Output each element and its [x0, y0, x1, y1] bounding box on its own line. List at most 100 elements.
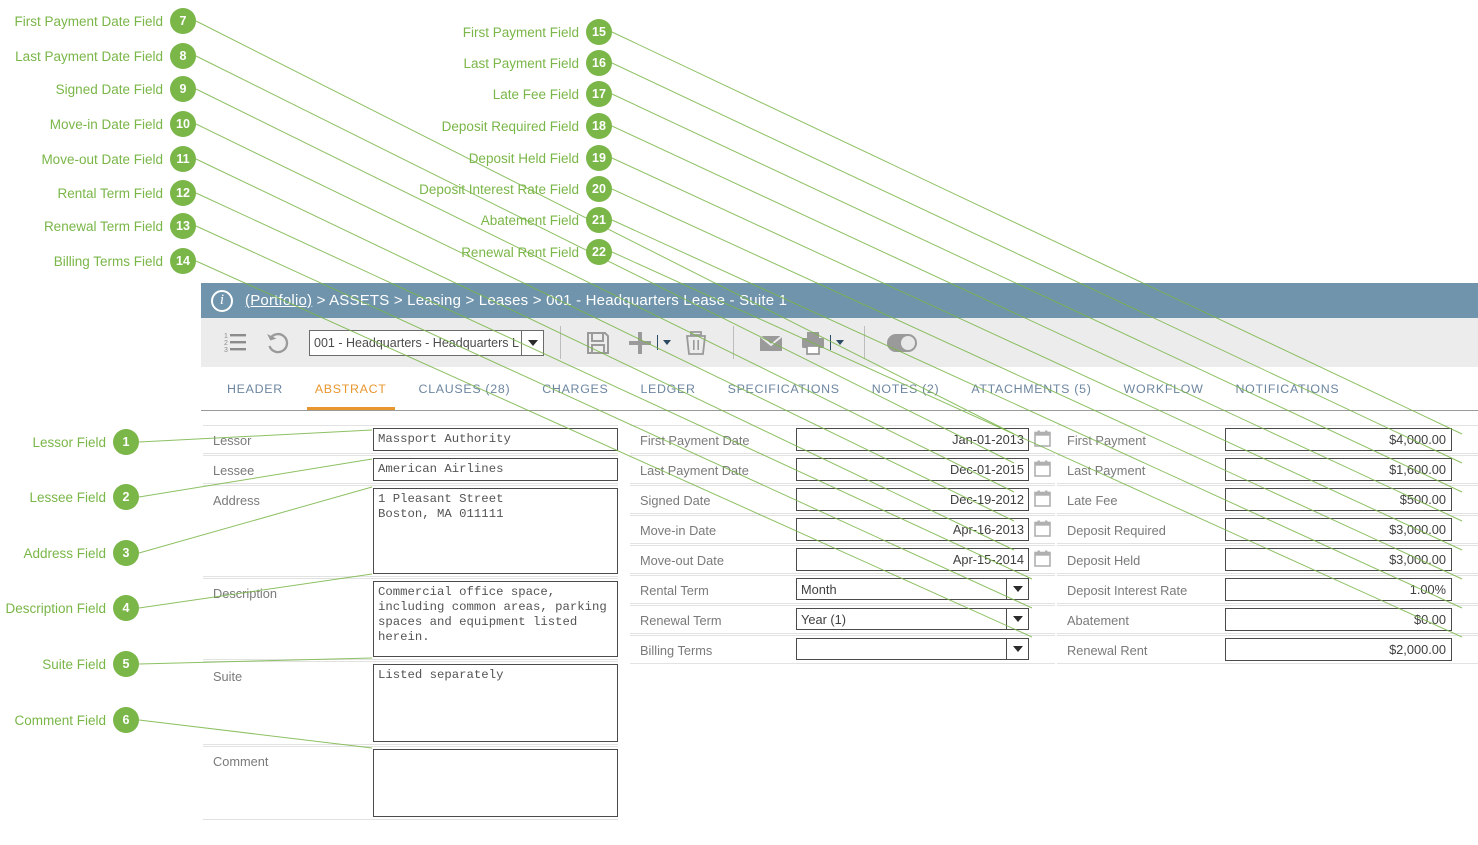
toolbar-divider: [733, 326, 734, 359]
form-row-move-out-date: Move-out DateApr-15-2014: [630, 545, 1055, 574]
select-renewal-term[interactable]: Year (1): [796, 608, 1029, 630]
info-icon[interactable]: i: [211, 290, 233, 312]
select-arrow-rental-term[interactable]: [1006, 579, 1028, 599]
toggle-switch[interactable]: [881, 322, 923, 364]
field-control-first-payment-date: Jan-01-2013: [796, 426, 1055, 453]
input-lessee[interactable]: American Airlines: [373, 458, 618, 481]
input-signed-date[interactable]: Dec-19-2012: [796, 488, 1029, 511]
callout-badge-15: 15: [586, 19, 612, 45]
field-control-abatement: $0.00: [1225, 606, 1478, 633]
field-control-deposit-held: $3,000.00: [1225, 546, 1478, 573]
select-arrow-billing-terms[interactable]: [1006, 639, 1028, 659]
tab-ledger[interactable]: LEDGER: [624, 367, 711, 410]
svg-text:2: 2: [224, 340, 228, 347]
tab-workflow[interactable]: WORKFLOW: [1108, 367, 1220, 410]
calendar-icon[interactable]: [1029, 488, 1055, 507]
history-icon[interactable]: [257, 322, 299, 364]
add-dropdown-caret[interactable]: [657, 335, 671, 350]
field-control-rental-term: Month: [796, 576, 1055, 602]
print-icon[interactable]: [792, 322, 834, 364]
record-select-arrow[interactable]: [521, 331, 543, 355]
form-row-signed-date: Signed DateDec-19-2012: [630, 485, 1055, 514]
form-row-last-payment-date: Last Payment DateDec-01-2015: [630, 455, 1055, 484]
input-last-payment-date[interactable]: Dec-01-2015: [796, 458, 1029, 481]
field-control-signed-date: Dec-19-2012: [796, 486, 1055, 513]
input-move-out-date[interactable]: Apr-15-2014: [796, 548, 1029, 571]
form-row-description: DescriptionCommercial office space, incl…: [203, 578, 618, 660]
record-select[interactable]: 001 - Headquarters - Headquarters L: [309, 330, 544, 356]
print-dropdown-caret[interactable]: [830, 335, 844, 350]
field-control-comment: [373, 747, 618, 819]
form-row-deposit-held: Deposit Held$3,000.00: [1057, 545, 1478, 574]
callout-16: Last Payment Field16: [0, 50, 612, 76]
callout-badge-16: 16: [586, 50, 612, 76]
tab-notifications[interactable]: NOTIFICATIONS: [1220, 367, 1356, 410]
input-comment[interactable]: [373, 749, 618, 817]
input-deposit-required[interactable]: $3,000.00: [1225, 518, 1452, 541]
abstract-form: LessorMassport AuthorityLesseeAmerican A…: [201, 411, 1478, 821]
input-deposit-held[interactable]: $3,000.00: [1225, 548, 1452, 571]
input-description[interactable]: Commercial office space, including commo…: [373, 581, 618, 657]
email-icon[interactable]: [750, 322, 792, 364]
input-late-fee[interactable]: $500.00: [1225, 488, 1452, 511]
tab-specifications[interactable]: SPECIFICATIONS: [712, 367, 856, 410]
input-lessor[interactable]: Massport Authority: [373, 428, 618, 451]
callout-label-16: Last Payment Field: [463, 56, 586, 71]
tab-charges[interactable]: CHARGES: [526, 367, 624, 410]
field-control-first-payment: $4,000.00: [1225, 426, 1478, 453]
form-row-abatement: Abatement$0.00: [1057, 605, 1478, 634]
tab-abstract[interactable]: ABSTRACT: [299, 367, 403, 410]
field-control-last-payment: $1,600.00: [1225, 456, 1478, 483]
select-arrow-renewal-term[interactable]: [1006, 609, 1028, 629]
form-row-first-payment-date: First Payment DateJan-01-2013: [630, 425, 1055, 454]
field-label-comment: Comment: [203, 747, 373, 769]
field-control-description: Commercial office space, including commo…: [373, 579, 618, 659]
callout-6: Comment Field6: [0, 707, 139, 733]
callout-badge-4: 4: [113, 595, 139, 621]
callout-badge-18: 18: [586, 113, 612, 139]
tab-notes-2[interactable]: NOTES (2): [856, 367, 956, 410]
callout-badge-22: 22: [586, 239, 612, 265]
input-abatement[interactable]: $0.00: [1225, 608, 1452, 631]
breadcrumb-link-portfolio[interactable]: (Portfolio): [245, 292, 312, 309]
field-control-late-fee: $500.00: [1225, 486, 1478, 513]
form-row-suite: SuiteListed separately: [203, 661, 618, 745]
input-suite[interactable]: Listed separately: [373, 664, 618, 742]
form-row-deposit-interest-rate: Deposit Interest Rate1.00%: [1057, 575, 1478, 604]
tab-attachments-5[interactable]: ATTACHMENTS (5): [955, 367, 1107, 410]
select-billing-terms[interactable]: [796, 638, 1029, 660]
calendar-icon[interactable]: [1029, 518, 1055, 537]
input-address[interactable]: 1 Pleasant Street Boston, MA 011111: [373, 488, 618, 574]
numbered-list-icon[interactable]: 123: [215, 322, 257, 364]
tab-header[interactable]: HEADER: [211, 367, 299, 410]
form-row-renewal-term: Renewal TermYear (1): [630, 605, 1055, 634]
callout-label-20: Deposit Interest Rate Field: [419, 182, 586, 197]
delete-icon[interactable]: [675, 322, 717, 364]
add-icon[interactable]: [619, 322, 661, 364]
calendar-icon[interactable]: [1029, 428, 1055, 447]
input-renewal-rent[interactable]: $2,000.00: [1225, 638, 1452, 661]
input-last-payment[interactable]: $1,600.00: [1225, 458, 1452, 481]
calendar-icon[interactable]: [1029, 458, 1055, 477]
save-icon[interactable]: [577, 322, 619, 364]
select-rental-term[interactable]: Month: [796, 578, 1029, 600]
input-deposit-interest-rate[interactable]: 1.00%: [1225, 578, 1452, 601]
callout-badge-5: 5: [113, 651, 139, 677]
callout-label-3: Address Field: [23, 546, 113, 561]
tab-clauses-28[interactable]: CLAUSES (28): [403, 367, 527, 410]
field-label-move-out-date: Move-out Date: [630, 546, 796, 568]
form-row-first-payment: First Payment$4,000.00: [1057, 425, 1478, 454]
input-move-in-date[interactable]: Apr-16-2013: [796, 518, 1029, 541]
input-first-payment-date[interactable]: Jan-01-2013: [796, 428, 1029, 451]
field-label-renewal-term: Renewal Term: [630, 606, 796, 628]
calendar-icon[interactable]: [1029, 548, 1055, 567]
field-label-first-payment-date: First Payment Date: [630, 426, 796, 448]
callout-22: Renewal Rent Field22: [0, 239, 612, 265]
input-first-payment[interactable]: $4,000.00: [1225, 428, 1452, 451]
field-label-billing-terms: Billing Terms: [630, 636, 796, 658]
form-row-move-in-date: Move-in DateApr-16-2013: [630, 515, 1055, 544]
callout-label-15: First Payment Field: [463, 25, 586, 40]
screenshot-root: i (Portfolio) > ASSETS > Leasing > Lease…: [0, 0, 1478, 845]
callout-21: Abatement Field21: [0, 207, 612, 233]
callout-label-1: Lessor Field: [32, 435, 113, 450]
